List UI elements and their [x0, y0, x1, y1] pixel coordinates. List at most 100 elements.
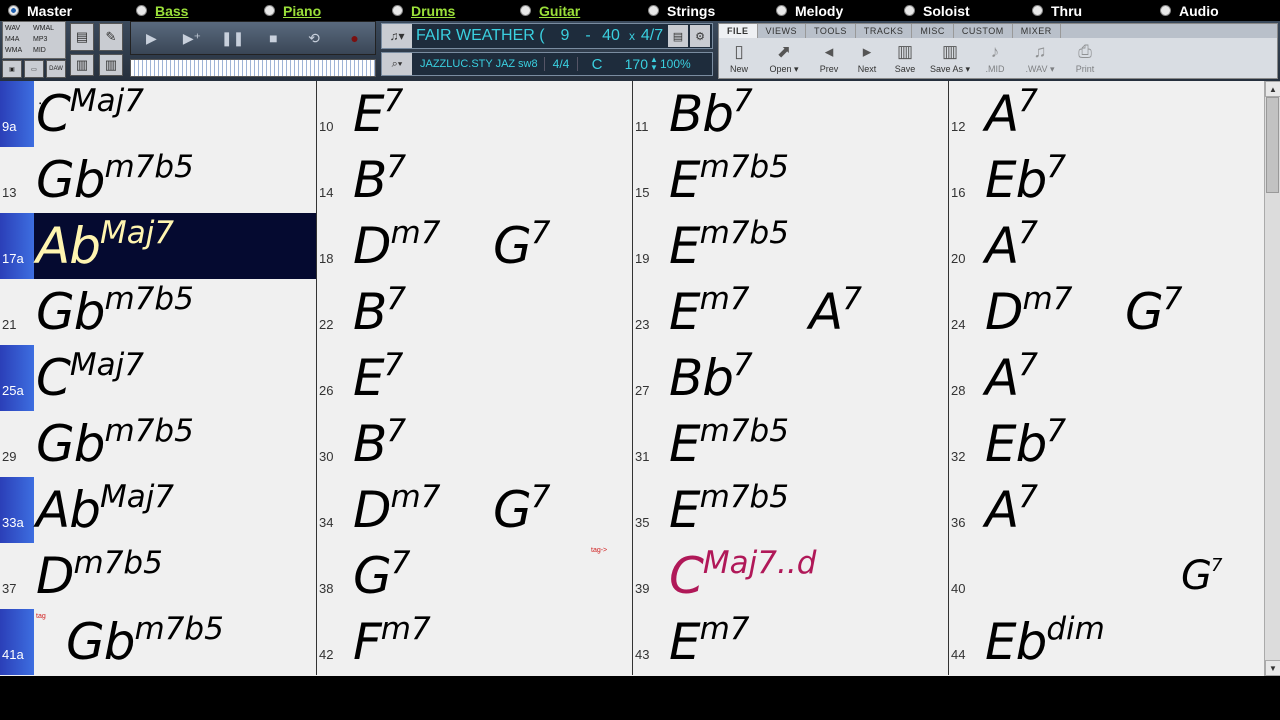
section-marker[interactable]: 25a — [0, 345, 34, 411]
chord-symbol[interactable]: Gbm7b5 — [36, 147, 194, 213]
track-bass[interactable]: Bass — [128, 0, 256, 21]
bar-cell-33a[interactable]: 33a AbMaj7 — [0, 477, 316, 543]
tab-custom[interactable]: CUSTOM — [954, 24, 1013, 38]
chord-symbol[interactable]: Em7 — [669, 609, 750, 675]
ribbon-button-save[interactable]: ▥ Save — [889, 40, 921, 75]
audio-format-box[interactable]: WAV WMAL M4A MP3 WMA MID — [2, 21, 66, 59]
ribbon-button-prev[interactable]: ◂ Prev — [813, 40, 845, 75]
song-dropdown-icon[interactable]: ♫▾ — [382, 24, 412, 48]
section-marker[interactable]: 33a — [0, 477, 34, 543]
time-signature[interactable]: 4/4 — [544, 57, 578, 71]
bar-cell-24[interactable]: 24 Dm7 G7 — [948, 279, 1264, 345]
chord-symbol[interactable]: G7 — [493, 213, 550, 279]
chord-sheet[interactable]: 9a: CMaj7 10 E7 11 Bb7 12 A7 13 Gbm7b5 14 B7 15 Em7b5… — [0, 81, 1264, 676]
chord-symbol[interactable]: Em7b5 — [669, 477, 789, 543]
track-radio-icon[interactable] — [264, 5, 275, 16]
bar-cell-28[interactable]: 28 A7 — [948, 345, 1264, 411]
tempo-value[interactable]: 170 — [616, 56, 648, 72]
edit-pen-icon[interactable]: ✎ — [99, 23, 123, 51]
chord-symbol[interactable]: CMaj7 — [36, 81, 144, 147]
tempo-spinner-icon[interactable]: ▲ ▼ — [648, 56, 660, 72]
track-thru[interactable]: Thru — [1024, 0, 1152, 21]
track-radio-icon[interactable] — [904, 5, 915, 16]
track-guitar[interactable]: Guitar — [512, 0, 640, 21]
bar-cell-19[interactable]: 19 Em7b5 — [632, 213, 948, 279]
chord-symbol[interactable]: Dm7 — [353, 477, 440, 543]
notes-icon[interactable]: ▤ — [668, 25, 688, 47]
play-from-bar-icon[interactable]: ▶⁺ — [177, 25, 207, 51]
chord-symbol[interactable]: A7 — [985, 345, 1038, 411]
track-label[interactable]: Bass — [155, 3, 188, 19]
bar-cell-26[interactable]: 26 E7 — [316, 345, 632, 411]
ribbon-button-open[interactable]: ⬈ Open ▾ — [761, 40, 807, 75]
tab-misc[interactable]: MISC — [912, 24, 954, 38]
track-label[interactable]: Melody — [795, 3, 843, 19]
vertical-scrollbar[interactable]: ▲ ▼ — [1264, 81, 1280, 676]
track-radio-icon[interactable] — [392, 5, 403, 16]
chord-symbol[interactable]: Eb7 — [985, 411, 1066, 477]
track-drums[interactable]: Drums — [384, 0, 512, 21]
track-radio-icon[interactable] — [1032, 5, 1043, 16]
bar-cell-44[interactable]: 44 Ebdim — [948, 609, 1264, 675]
tab-mixer[interactable]: MIXER — [1013, 24, 1061, 38]
tab-file[interactable]: FILE — [719, 24, 758, 38]
chord-symbol[interactable]: Bb7 — [669, 81, 753, 147]
ribbon-button-print[interactable]: ⎙ Print — [1069, 40, 1101, 75]
bar-cell-30[interactable]: 30 B7 — [316, 411, 632, 477]
track-label[interactable]: Audio — [1179, 3, 1219, 19]
chord-symbol[interactable]: Eb7 — [985, 147, 1066, 213]
ribbon-button-saveas[interactable]: ▥ Save As ▾ — [927, 40, 973, 75]
track-radio-icon[interactable] — [776, 5, 787, 16]
bar-cell-32[interactable]: 32 Eb7 — [948, 411, 1264, 477]
ribbon-button-wav[interactable]: ♫ .WAV ▾ — [1017, 40, 1063, 75]
bar-cell-25a[interactable]: 25a CMaj7 — [0, 345, 316, 411]
bar-cell-14[interactable]: 14 B7 — [316, 147, 632, 213]
chord-symbol[interactable]: A7 — [985, 81, 1038, 147]
ribbon-button-mid[interactable]: ♪ .MID — [979, 40, 1011, 75]
bar-cell-43[interactable]: 43 Em7 — [632, 609, 948, 675]
track-radio-icon[interactable] — [648, 5, 659, 16]
track-radio-icon[interactable] — [520, 5, 531, 16]
track-audio[interactable]: Audio — [1152, 0, 1280, 21]
chord-symbol[interactable]: Dm7 — [985, 279, 1072, 345]
track-radio-icon[interactable] — [136, 5, 147, 16]
chord-symbol[interactable]: Dm7b5 — [36, 543, 163, 609]
song-key[interactable]: C — [578, 56, 616, 73]
play-icon[interactable]: ▶ — [136, 25, 166, 51]
bar-cell-40[interactable]: 40 G7 — [948, 543, 1264, 609]
chord-symbol[interactable]: E7 — [353, 345, 403, 411]
chord-symbol[interactable]: Gbm7b5 — [66, 609, 224, 675]
bar-cell-29[interactable]: 29 Gbm7b5 — [0, 411, 316, 477]
bar-cell-11[interactable]: 11 Bb7 — [632, 81, 948, 147]
chord-symbol[interactable]: Em7b5 — [669, 411, 789, 477]
stop-icon[interactable]: ■ — [258, 25, 288, 51]
bar-cell-36[interactable]: 36 A7 — [948, 477, 1264, 543]
bar-cell-35[interactable]: 35 Em7b5 — [632, 477, 948, 543]
track-melody[interactable]: Melody — [768, 0, 896, 21]
song-position-timeline[interactable] — [130, 59, 376, 77]
frame-icon[interactable]: ▣ — [2, 60, 22, 78]
chord-symbol[interactable]: CMaj7 — [36, 345, 144, 411]
ribbon-button-new[interactable]: ▯ New — [723, 40, 755, 75]
chord-symbol[interactable]: E7 — [353, 81, 403, 147]
loop-count[interactable]: 4/7 — [638, 27, 666, 45]
chord-symbol[interactable]: A7 — [809, 279, 862, 345]
bar-cell-41a[interactable]: 41a tag Gbm7b5 — [0, 609, 316, 675]
chord-symbol[interactable]: Bb7 — [669, 345, 753, 411]
section-marker[interactable]: 41a — [0, 609, 34, 675]
chord-symbol[interactable]: Ebdim — [985, 609, 1105, 675]
track-strings[interactable]: Strings — [640, 0, 768, 21]
chord-symbol[interactable]: Dm7 — [353, 213, 440, 279]
loop-end-bar[interactable]: 40 — [596, 27, 626, 45]
track-master[interactable]: Master — [0, 0, 128, 21]
bar-cell-21[interactable]: 21 Gbm7b5 — [0, 279, 316, 345]
chord-symbol[interactable]: G7 — [1125, 279, 1182, 345]
bar-cell-16[interactable]: 16 Eb7 — [948, 147, 1264, 213]
chord-symbol[interactable]: Fm7 — [353, 609, 431, 675]
chord-symbol[interactable]: G7 — [1181, 543, 1222, 609]
record-icon[interactable]: ● — [340, 25, 370, 51]
loop-start-bar[interactable]: 9 — [550, 27, 580, 45]
track-label[interactable]: Strings — [667, 3, 715, 19]
bar-cell-31[interactable]: 31 Em7b5 — [632, 411, 948, 477]
bar-cell-34[interactable]: 34 Dm7 G7 — [316, 477, 632, 543]
